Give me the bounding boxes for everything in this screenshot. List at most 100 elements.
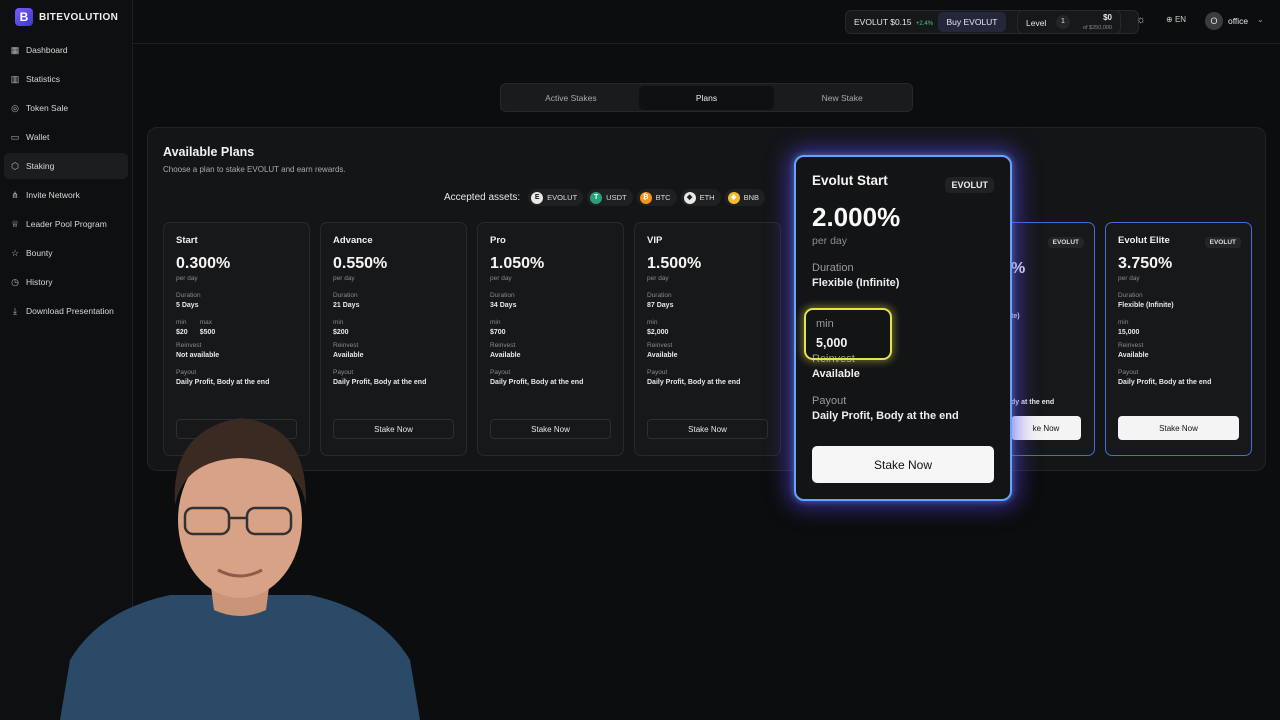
sidebar-item-staking[interactable]: ⬡ Staking	[4, 153, 128, 179]
ticker-text: EVOLUT $0.15	[854, 17, 912, 27]
payout-label: Payout	[812, 395, 847, 407]
reinvest-value: Available	[647, 352, 678, 359]
payout-label: Payout	[1118, 369, 1139, 376]
page-title: Available Plans	[163, 145, 255, 159]
chevron-down-icon[interactable]: ⌄	[1257, 15, 1264, 24]
min-label: min	[1118, 319, 1129, 326]
reinvest-label: Reinvest	[647, 342, 673, 349]
sidebar-item-token-sale[interactable]: ◎ Token Sale	[4, 95, 128, 121]
sidebar-item-label: Token Sale	[26, 103, 69, 113]
sidebar-item-bounty[interactable]: ☆ Bounty	[4, 240, 128, 266]
duration-label: Duration	[176, 292, 201, 299]
theme-toggle-icon[interactable]: ☼	[1136, 14, 1146, 26]
user-name[interactable]: office	[1228, 16, 1248, 26]
plan-name: Start	[176, 235, 198, 246]
plan-per: per day	[812, 235, 848, 247]
reinvest-label: Reinvest	[490, 342, 516, 349]
duration-label: Duration	[1118, 292, 1143, 299]
plan-card-evolut-elite: EVOLUT Evolut Elite 3.750% per day Durat…	[1105, 222, 1252, 456]
download-icon: ⤓	[13, 306, 17, 316]
topbar: EVOLUT $0.15 +2.4% Buy EVOLUT Level 1 $0…	[133, 0, 1280, 44]
reinvest-label: Reinvest	[333, 342, 359, 349]
reinvest-value: Available	[1118, 352, 1149, 359]
min-label: min	[816, 318, 834, 330]
plan-tag: EVOLUT	[1204, 237, 1241, 248]
eth-icon: ◆	[683, 191, 696, 204]
payout-value: Daily Profit, Body at the end	[176, 379, 270, 386]
asset-eth: ◆ ETH	[680, 189, 721, 206]
plan-rate: 1.500%	[647, 255, 702, 272]
usdt-icon: T	[590, 191, 603, 204]
buy-evolut-button[interactable]: Buy EVOLUT	[938, 12, 1006, 32]
share-icon: ⋔	[11, 190, 19, 200]
evolut-icon: E	[531, 191, 544, 204]
asset-label: BTC	[655, 193, 671, 202]
max-label: max	[199, 319, 212, 326]
globe-icon: ⊕	[1166, 15, 1173, 24]
stake-now-button[interactable]: Stake Now	[812, 446, 994, 483]
asset-usdt: T USDT	[587, 189, 633, 206]
duration-value: Flexible (Infinite)	[1118, 302, 1174, 309]
stake-now-button[interactable]: ke Now	[1011, 416, 1081, 440]
brand-name: BITEVOLUTION	[39, 11, 119, 23]
presenter-video	[60, 410, 420, 720]
sidebar-item-history[interactable]: ◷ History	[4, 269, 128, 295]
plan-per: per day	[490, 275, 512, 282]
min-label: min	[490, 319, 501, 326]
plan-card-vip: VIP 1.500% per day Duration 87 Days min …	[634, 222, 781, 456]
tab-active-stakes[interactable]: Active Stakes	[503, 86, 639, 110]
bnb-icon: ◈	[727, 191, 740, 204]
reinvest-label: Reinvest	[1118, 342, 1144, 349]
avatar[interactable]: O	[1205, 12, 1223, 30]
duration-label: Duration	[647, 292, 672, 299]
max-value: $500	[199, 329, 216, 336]
sidebar-item-dashboard[interactable]: ▦ Dashboard	[4, 37, 128, 63]
language-selector[interactable]: ⊕ EN	[1166, 15, 1186, 24]
wallet-icon: ▭	[10, 132, 20, 142]
grid-icon: ▦	[10, 45, 20, 55]
duration-value: 34 Days	[490, 302, 517, 309]
reinvest-value: Available	[333, 352, 364, 359]
plan-card-pro: Pro 1.050% per day Duration 34 Days min …	[477, 222, 624, 456]
payout-value: Daily Profit, Body at the end	[333, 379, 427, 386]
reinvest-label: Reinvest	[176, 342, 202, 349]
asset-btc: ₿ BTC	[636, 189, 677, 206]
level-box[interactable]: Level 1 $0 of $250,000	[1017, 10, 1121, 34]
reinvest-value: Not available	[176, 352, 220, 359]
asset-bnb: ◈ BNB	[724, 189, 766, 206]
sidebar-item-wallet[interactable]: ▭ Wallet	[4, 124, 128, 150]
reinvest-value: Available	[490, 352, 521, 359]
sidebar-item-statistics[interactable]: ▥ Statistics	[4, 66, 128, 92]
plan-rate: 0.550%	[333, 255, 388, 272]
brand[interactable]: B BITEVOLUTION	[15, 8, 118, 26]
plan-card-evolut-start-highlight: EVOLUT Evolut Start 2.000% per day Durat…	[794, 155, 1012, 501]
duration-value: Flexible (Infinite)	[812, 277, 900, 289]
min-value: 15,000	[1118, 329, 1140, 336]
payout-value: Daily Profit, Body at the end	[647, 379, 741, 386]
payout-value: Daily Profit, Body at the end	[1118, 379, 1212, 386]
min-value: $2,000	[647, 329, 669, 336]
accepted-assets: Accepted assets: E EVOLUT T USDT ₿ BTC ◆ ETH…	[444, 189, 766, 206]
sidebar-item-label: History	[26, 277, 53, 287]
stake-now-button[interactable]: Stake Now	[1118, 416, 1239, 440]
plan-name: VIP	[647, 235, 663, 246]
plan-rate: 2.000%	[812, 202, 901, 232]
price-ticker: EVOLUT $0.15 +2.4%	[846, 17, 938, 27]
tab-plans[interactable]: Plans	[638, 85, 775, 110]
sidebar-item-leader-pool[interactable]: ♕ Leader Pool Program	[4, 211, 128, 237]
min-value: $700	[490, 329, 506, 336]
duration-label: Duration	[333, 292, 358, 299]
stake-now-button[interactable]: Stake Now	[647, 419, 768, 439]
language-label: EN	[1174, 15, 1187, 24]
min-value: $200	[333, 329, 349, 336]
staking-tabs: Active Stakes Plans New Stake	[500, 83, 913, 112]
payout-label: Payout	[176, 369, 197, 376]
stake-now-button[interactable]: Stake Now	[490, 419, 611, 439]
asset-evolut: E EVOLUT	[528, 189, 584, 206]
sidebar-item-download[interactable]: ⤓ Download Presentation	[4, 298, 128, 324]
sidebar-item-invite-network[interactable]: ⋔ Invite Network	[4, 182, 128, 208]
sidebar-item-label: Statistics	[26, 74, 61, 84]
min-value: $20	[176, 329, 188, 336]
payout-value: Daily Profit, Body at the end	[812, 410, 959, 422]
tab-new-stake[interactable]: New Stake	[774, 86, 910, 110]
